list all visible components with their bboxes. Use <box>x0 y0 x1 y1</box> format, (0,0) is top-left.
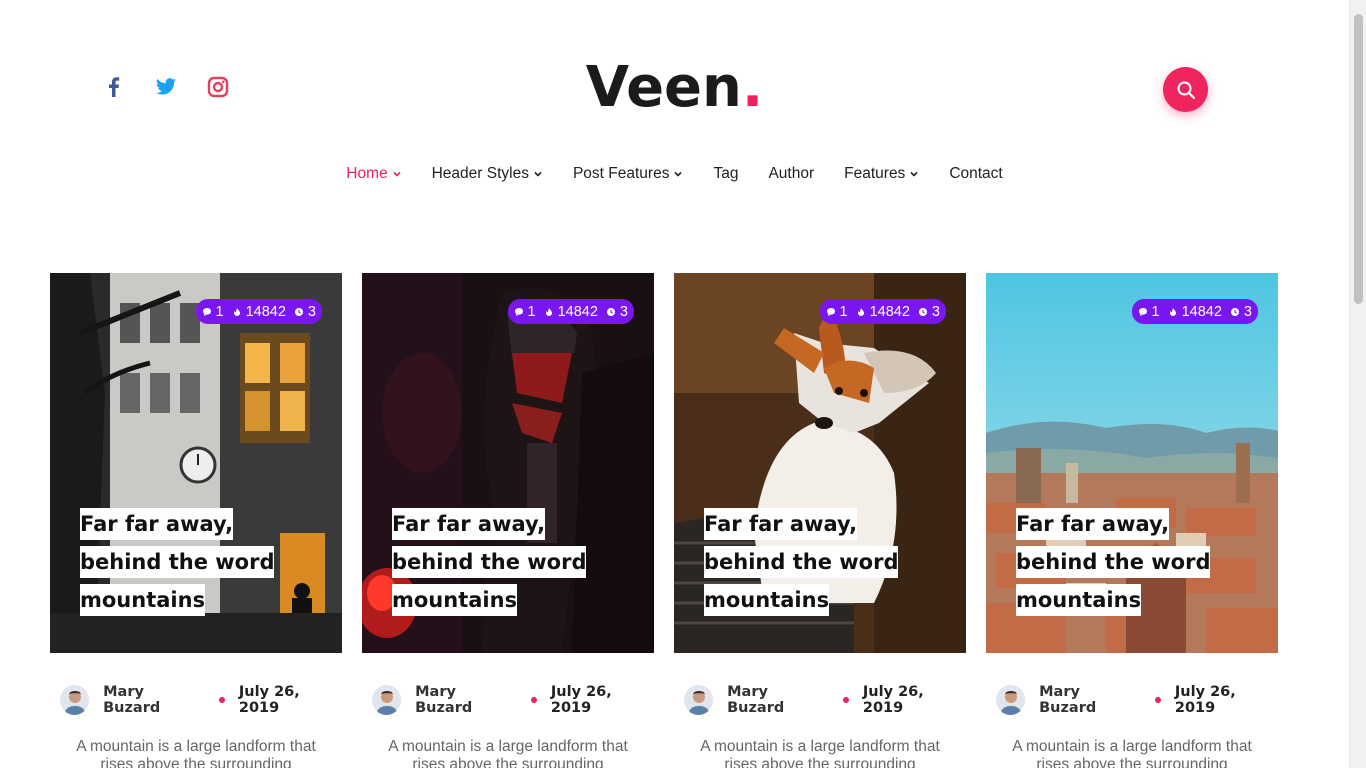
read-time: 3 <box>307 303 316 320</box>
chevron-down-icon <box>910 171 918 177</box>
clock-icon <box>1230 307 1239 316</box>
chevron-down-icon <box>393 171 401 177</box>
post-author[interactable]: Mary Buzard <box>415 684 515 716</box>
read-time: 3 <box>931 303 940 320</box>
clock-icon <box>918 307 927 316</box>
main-nav: Home Header Styles Post Features Tag Aut… <box>0 163 1349 185</box>
view-count: 14842 <box>245 303 286 320</box>
comment-icon <box>514 307 523 316</box>
comment-count: 1 <box>839 303 848 320</box>
avatar[interactable] <box>372 685 402 715</box>
meta-separator <box>219 697 225 703</box>
site-logo[interactable]: Veen. <box>0 56 1349 120</box>
fire-icon <box>233 307 240 316</box>
post-title-text: Far far away, behind the word mountains <box>80 508 275 616</box>
nav-home[interactable]: Home <box>346 163 401 185</box>
post-meta: Mary Buzard July 26, 2019 <box>362 684 654 716</box>
search-button[interactable] <box>1163 67 1208 112</box>
nav-author-label: Author <box>768 165 815 182</box>
post-date[interactable]: July 26, 2019 <box>239 684 342 716</box>
post-author[interactable]: Mary Buzard <box>727 684 827 716</box>
post-image[interactable]: 1 14842 3 Far far away, behind the word … <box>362 273 654 653</box>
logo-text: Veen <box>585 55 742 120</box>
post-image[interactable]: 1 14842 3 Far far away, behind the word … <box>50 273 342 653</box>
fire-icon <box>857 307 864 316</box>
avatar[interactable] <box>996 685 1026 715</box>
post-date[interactable]: July 26, 2019 <box>1175 684 1278 716</box>
view-count: 14842 <box>869 303 910 320</box>
scrollbar-thumb[interactable] <box>1354 14 1363 304</box>
post-date[interactable]: July 26, 2019 <box>863 684 966 716</box>
nav-tag-label: Tag <box>713 165 739 182</box>
post-title[interactable]: Far far away, behind the word mountains <box>392 505 592 619</box>
search-icon <box>1177 81 1195 99</box>
chevron-down-icon <box>674 171 683 177</box>
post-meta: Mary Buzard July 26, 2019 <box>50 684 342 716</box>
post-stats-badge: 1 14842 3 <box>507 299 634 324</box>
nav-author[interactable]: Author <box>768 163 814 185</box>
post-excerpt: A mountain is a large landform that rise… <box>388 738 628 768</box>
nav-post-features-label: Post Features <box>572 165 670 182</box>
comment-icon <box>202 307 211 316</box>
chevron-down-icon <box>534 171 542 177</box>
nav-features[interactable]: Features <box>844 163 919 185</box>
post-title-text: Far far away, behind the word mountains <box>704 508 899 616</box>
post-meta: Mary Buzard July 26, 2019 <box>674 684 966 716</box>
logo-dot: . <box>741 55 764 120</box>
post-meta: Mary Buzard July 26, 2019 <box>986 684 1278 716</box>
comment-count: 1 <box>1151 303 1160 320</box>
post-title[interactable]: Far far away, behind the word mountains <box>704 505 904 619</box>
post-image[interactable]: 1 14842 3 Far far away, behind the word … <box>674 273 966 653</box>
comment-icon <box>826 307 835 316</box>
clock-icon <box>606 307 615 316</box>
post-excerpt: A mountain is a large landform that rise… <box>76 738 316 768</box>
nav-post-features[interactable]: Post Features <box>573 163 684 185</box>
clock-icon <box>294 307 303 316</box>
post-title-text: Far far away, behind the word mountains <box>1016 508 1211 616</box>
post-title[interactable]: Far far away, behind the word mountains <box>1016 505 1216 619</box>
nav-features-label: Features <box>844 165 906 182</box>
avatar[interactable] <box>60 685 90 715</box>
view-count: 14842 <box>1181 303 1222 320</box>
nav-contact-label: Contact <box>949 165 1003 182</box>
avatar[interactable] <box>684 685 714 715</box>
meta-separator <box>1155 697 1161 703</box>
post-card[interactable]: 1 14842 3 Far far away, behind the word … <box>674 273 966 768</box>
fire-icon <box>1169 307 1176 316</box>
meta-separator <box>843 697 849 703</box>
post-excerpt: A mountain is a large landform that rise… <box>700 738 940 768</box>
post-stats-badge: 1 14842 3 <box>195 299 322 324</box>
post-card[interactable]: 1 14842 3 Far far away, behind the word … <box>986 273 1278 768</box>
page-scrollbar[interactable] <box>1349 0 1366 768</box>
meta-separator <box>531 697 537 703</box>
nav-home-label: Home <box>346 165 388 182</box>
nav-header-styles[interactable]: Header Styles <box>432 163 543 185</box>
post-date[interactable]: July 26, 2019 <box>551 684 654 716</box>
view-count: 14842 <box>557 303 598 320</box>
fire-icon <box>545 307 552 316</box>
nav-contact[interactable]: Contact <box>949 163 1002 185</box>
post-image[interactable]: 1 14842 3 Far far away, behind the word … <box>986 273 1278 653</box>
nav-header-styles-label: Header Styles <box>431 165 529 182</box>
read-time: 3 <box>1243 303 1252 320</box>
post-author[interactable]: Mary Buzard <box>1039 684 1139 716</box>
post-stats-badge: 1 14842 3 <box>819 299 946 324</box>
post-excerpt: A mountain is a large landform that rise… <box>1012 738 1252 768</box>
comment-icon <box>1138 307 1147 316</box>
post-title[interactable]: Far far away, behind the word mountains <box>80 505 280 619</box>
post-card[interactable]: 1 14842 3 Far far away, behind the word … <box>50 273 342 768</box>
post-stats-badge: 1 14842 3 <box>1131 299 1258 324</box>
nav-tag[interactable]: Tag <box>713 163 738 185</box>
read-time: 3 <box>619 303 628 320</box>
post-card[interactable]: 1 14842 3 Far far away, behind the word … <box>362 273 654 768</box>
comment-count: 1 <box>527 303 536 320</box>
comment-count: 1 <box>215 303 224 320</box>
post-title-text: Far far away, behind the word mountains <box>392 508 587 616</box>
post-author[interactable]: Mary Buzard <box>103 684 203 716</box>
post-grid: 1 14842 3 Far far away, behind the word … <box>50 273 1278 768</box>
